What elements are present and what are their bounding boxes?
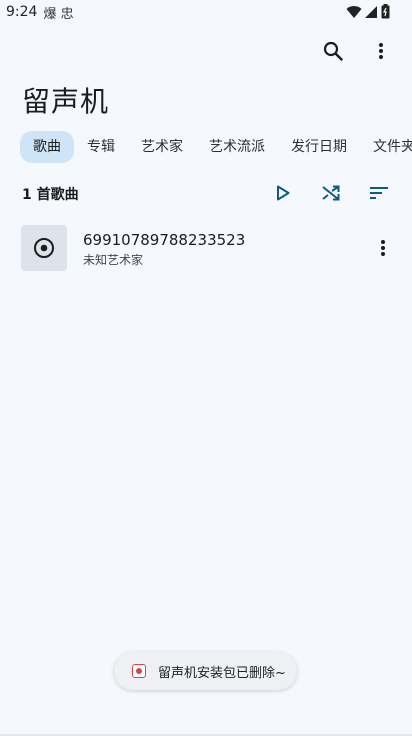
search-icon: [323, 41, 343, 61]
status-time: 9:24: [6, 4, 38, 20]
tab-songs[interactable]: 歌曲: [20, 131, 74, 163]
tab-folders[interactable]: 文件夹: [360, 131, 412, 163]
shuffle-button[interactable]: [318, 180, 344, 206]
song-cover: [21, 225, 67, 271]
toast-message: 留声机安装包已删除~: [158, 665, 286, 681]
notification-icons: 爆 忠: [43, 6, 74, 22]
category-tabs: 歌曲 专辑 艺术家 艺术流派 发行日期 文件夹: [20, 131, 412, 163]
search-button[interactable]: [320, 38, 346, 64]
more-vert-icon: [381, 240, 385, 256]
toast: 留声机安装包已删除~: [114, 652, 297, 690]
toolbar-actions: [320, 38, 394, 64]
album-disc-icon: [34, 238, 54, 258]
list-actions: [270, 180, 392, 206]
more-options-button[interactable]: [368, 38, 394, 64]
more-vert-icon: [379, 43, 383, 59]
play-icon: [277, 185, 290, 201]
page-title: 留声机: [22, 85, 110, 118]
sort-button[interactable]: [366, 180, 392, 206]
battery-icon: [381, 4, 390, 19]
tab-artists[interactable]: 艺术家: [128, 131, 196, 163]
list-item[interactable]: 69910789788233523 未知艺术家: [0, 222, 412, 274]
app-screen: 9:24 爆 忠 留声机 歌曲 专辑 艺术家 艺术流派 发行日期 文件夹 1 首…: [0, 0, 412, 736]
tab-genres[interactable]: 艺术流派: [196, 131, 278, 163]
play-all-button[interactable]: [270, 180, 296, 206]
cell-signal-icon: [365, 5, 377, 18]
sort-icon: [370, 187, 388, 199]
tab-albums[interactable]: 专辑: [74, 131, 128, 163]
song-count: 1 首歌曲: [22, 187, 79, 203]
status-icons: [346, 4, 390, 19]
app-icon: [132, 664, 146, 678]
song-more-button[interactable]: [370, 235, 396, 261]
wifi-icon: [346, 5, 362, 18]
tab-release-date[interactable]: 发行日期: [278, 131, 360, 163]
song-artist: 未知艺术家: [83, 253, 144, 267]
shuffle-icon: [322, 185, 340, 201]
song-title: 69910789788233523: [83, 231, 246, 249]
status-bar: 9:24 爆 忠: [0, 0, 412, 24]
